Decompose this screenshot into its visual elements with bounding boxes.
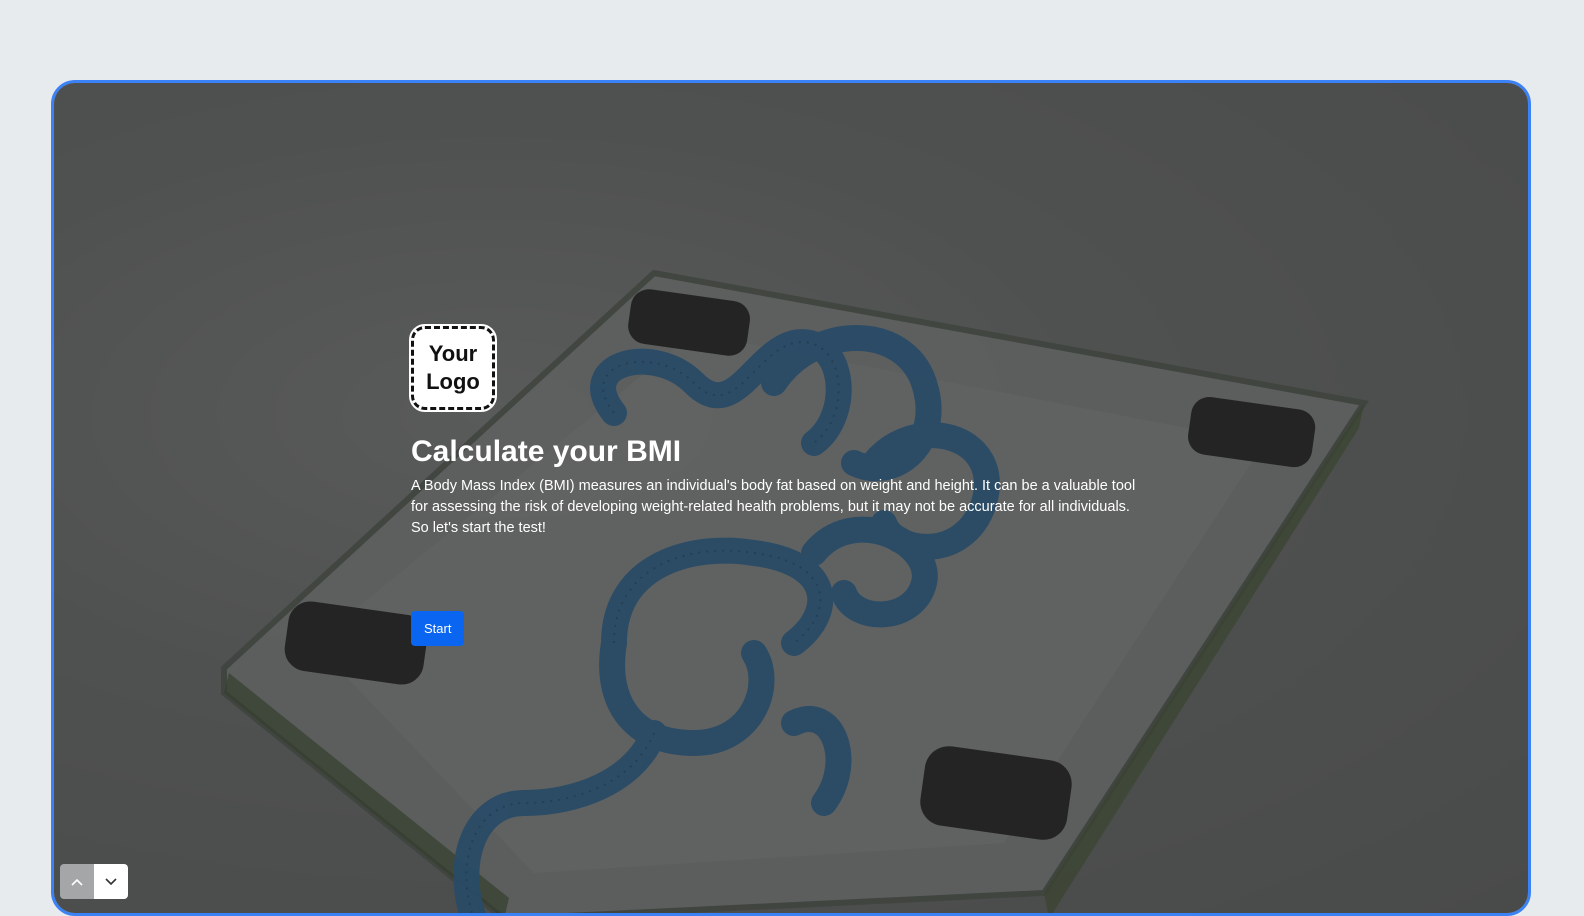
next-button[interactable] <box>94 864 128 899</box>
start-button[interactable]: Start <box>411 611 465 646</box>
previous-button[interactable] <box>60 864 94 899</box>
welcome-section: Your Logo Calculate your BMI A Body Mass… <box>409 324 1151 646</box>
form-navigation <box>60 864 128 899</box>
logo-line-2: Logo <box>426 369 480 394</box>
chevron-down-icon <box>105 877 117 885</box>
logo-line-1: Your <box>428 341 478 366</box>
chevron-up-icon <box>71 878 83 886</box>
brand-logo: Your Logo <box>409 324 497 412</box>
page-description: A Body Mass Index (BMI) measures an indi… <box>411 478 1136 536</box>
page-title: Calculate your BMI <box>411 435 682 468</box>
